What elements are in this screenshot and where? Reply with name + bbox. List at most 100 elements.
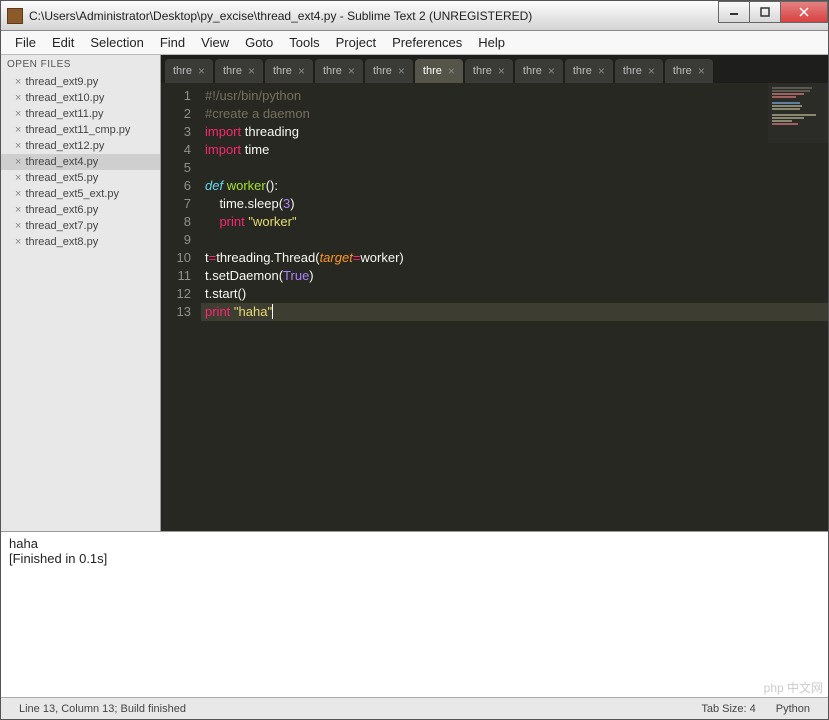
code-line[interactable]: t.setDaemon(True) (201, 267, 828, 285)
editor-tab[interactable]: thre× (615, 59, 663, 83)
line-number: 7 (161, 195, 191, 213)
menu-goto[interactable]: Goto (237, 33, 281, 52)
code-line[interactable]: t=threading.Thread(target=worker) (201, 249, 828, 267)
line-number: 1 (161, 87, 191, 105)
close-button[interactable] (780, 1, 828, 23)
open-file-name: thread_ext9.py (25, 76, 98, 88)
status-tabsize[interactable]: Tab Size: 4 (691, 703, 765, 715)
open-file-item[interactable]: ×thread_ext5_ext.py (1, 186, 160, 202)
minimize-button[interactable] (718, 1, 750, 23)
editor-tab[interactable]: thre× (465, 59, 513, 83)
editor-tab[interactable]: thre × (515, 59, 563, 83)
tab-close-icon[interactable]: × (498, 64, 505, 78)
tab-close-icon[interactable]: × (198, 64, 205, 78)
editor-tab[interactable]: thre× (565, 59, 613, 83)
open-files-list: ×thread_ext9.py×thread_ext10.py×thread_e… (1, 74, 160, 250)
code-line[interactable]: t.start() (201, 285, 828, 303)
open-file-item[interactable]: ×thread_ext12.py (1, 138, 160, 154)
console-line: [Finished in 0.1s] (9, 551, 820, 566)
open-file-item[interactable]: × thread_ext6.py (1, 202, 160, 218)
tab-label: thre (223, 65, 242, 77)
line-number: 5 (161, 159, 191, 177)
tab-close-icon[interactable]: × (648, 64, 655, 78)
code-line[interactable]: print "worker" (201, 213, 828, 231)
window-titlebar: C:\Users\Administrator\Desktop\py_excise… (1, 1, 828, 31)
menu-file[interactable]: File (7, 33, 44, 52)
tab-close-icon[interactable]: × (398, 64, 405, 78)
line-number: 4 (161, 141, 191, 159)
open-files-header: OPEN FILES (1, 55, 160, 74)
code-line[interactable]: print "haha" (201, 303, 828, 321)
close-file-icon[interactable]: × (15, 188, 21, 200)
open-file-name: thread_ext6.py (25, 204, 98, 216)
tab-label: thre (323, 65, 342, 77)
menu-selection[interactable]: Selection (82, 33, 151, 52)
editor-area: thre×thre×thre×thre×thre×thre×thre×thre×… (161, 55, 828, 531)
tab-label: thre (523, 65, 542, 77)
menu-view[interactable]: View (193, 33, 237, 52)
close-file-icon[interactable]: × (15, 124, 21, 136)
code-editor[interactable]: 12345678910111213 #!/usr/bin/python#crea… (161, 83, 828, 531)
menu-tools[interactable]: Tools (281, 33, 327, 52)
tab-bar: thre×thre×thre×thre×thre×thre×thre×thre×… (161, 55, 828, 83)
minimize-icon (729, 7, 739, 17)
build-output-panel[interactable]: haha [Finished in 0.1s] (1, 531, 828, 697)
tab-close-icon[interactable]: × (698, 64, 705, 78)
open-file-name: thread_ext11_cmp.py (25, 124, 130, 136)
line-number: 10 (161, 249, 191, 267)
editor-tab[interactable]: thre × (315, 59, 363, 83)
tab-close-icon[interactable]: × (348, 64, 355, 78)
open-file-item[interactable]: ×thread_ext5.py (1, 170, 160, 186)
status-language[interactable]: Python (766, 703, 820, 715)
editor-tab[interactable]: thre × (215, 59, 263, 83)
menu-project[interactable]: Project (328, 33, 384, 52)
editor-tab[interactable]: thre× (365, 59, 413, 83)
tab-close-icon[interactable]: × (248, 64, 255, 78)
maximize-button[interactable] (749, 1, 781, 23)
menu-find[interactable]: Find (152, 33, 193, 52)
close-file-icon[interactable]: × (15, 236, 21, 248)
close-file-icon[interactable]: × (15, 156, 21, 168)
close-file-icon[interactable]: × (15, 92, 21, 104)
close-file-icon[interactable]: × (15, 172, 21, 184)
editor-tab[interactable]: thre × (165, 59, 213, 83)
close-file-icon[interactable]: × (15, 140, 21, 152)
open-file-item[interactable]: ×thread_ext10.py (1, 90, 160, 106)
editor-tab[interactable]: thre× (265, 59, 313, 83)
tab-close-icon[interactable]: × (548, 64, 555, 78)
close-file-icon[interactable]: × (15, 204, 21, 216)
line-number: 13 (161, 303, 191, 321)
editor-tab[interactable]: thre× (665, 59, 713, 83)
tab-close-icon[interactable]: × (598, 64, 605, 78)
code-line[interactable]: time.sleep(3) (201, 195, 828, 213)
code-line[interactable]: import threading (201, 123, 828, 141)
open-file-item[interactable]: × thread_ext11_cmp.py (1, 122, 160, 138)
tab-label: thre (173, 65, 192, 77)
close-file-icon[interactable]: × (15, 108, 21, 120)
open-file-item[interactable]: × thread_ext11.py (1, 106, 160, 122)
open-file-name: thread_ext11.py (25, 108, 103, 120)
maximize-icon (760, 7, 770, 17)
tab-close-icon[interactable]: × (448, 64, 455, 78)
code-line[interactable]: import time (201, 141, 828, 159)
menu-help[interactable]: Help (470, 33, 513, 52)
code-line[interactable]: def worker(): (201, 177, 828, 195)
open-file-item[interactable]: × thread_ext9.py (1, 74, 160, 90)
code-line[interactable] (201, 159, 828, 177)
tab-close-icon[interactable]: × (298, 64, 305, 78)
line-number: 12 (161, 285, 191, 303)
code-line[interactable] (201, 231, 828, 249)
code-line[interactable]: #!/usr/bin/python (201, 87, 828, 105)
open-file-item[interactable]: ×thread_ext7.py (1, 218, 160, 234)
code-content[interactable]: #!/usr/bin/python#create a daemonimport … (201, 83, 828, 531)
minimap[interactable] (768, 83, 828, 143)
close-file-icon[interactable]: × (15, 220, 21, 232)
menu-edit[interactable]: Edit (44, 33, 82, 52)
open-file-item[interactable]: ×thread_ext4.py (1, 154, 160, 170)
line-number: 2 (161, 105, 191, 123)
menu-preferences[interactable]: Preferences (384, 33, 470, 52)
close-file-icon[interactable]: × (15, 76, 21, 88)
editor-tab[interactable]: thre× (415, 59, 463, 83)
code-line[interactable]: #create a daemon (201, 105, 828, 123)
open-file-item[interactable]: ×thread_ext8.py (1, 234, 160, 250)
